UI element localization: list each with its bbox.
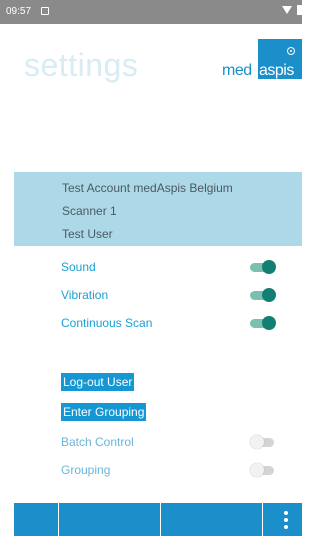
logo-mark-icon (287, 47, 295, 55)
bottom-nav (14, 503, 302, 536)
toggle-row-sound: Sound (14, 255, 302, 279)
account-info-panel: Test Account medAspis Belgium Scanner 1 … (14, 172, 302, 246)
batch-control-label: Batch Control (61, 435, 134, 449)
grouping-label: Grouping (61, 463, 111, 477)
switch-thumb (250, 463, 264, 477)
sound-toggle[interactable] (250, 260, 276, 274)
more-vert-icon[interactable] (284, 511, 288, 529)
toggle-row-grouping: Grouping (14, 458, 302, 482)
page-title: settings (24, 47, 139, 83)
enter-grouping-button[interactable]: Enter Grouping (61, 403, 147, 421)
switch-thumb (250, 435, 264, 449)
battery-icon (297, 5, 302, 15)
switch-thumb (262, 316, 276, 330)
settings-screen: 09:57 settings med aspis Test Account me… (0, 0, 302, 536)
nav-tab-3[interactable] (161, 503, 262, 536)
status-time: 09:57 (6, 6, 32, 17)
status-bar: 09:57 (0, 0, 302, 24)
user-name: Test User (62, 227, 113, 241)
grouping-toggle[interactable] (250, 463, 276, 477)
wifi-icon (282, 6, 292, 14)
vibration-toggle[interactable] (250, 288, 276, 302)
logo-text-left: med (222, 62, 252, 79)
nav-tab-1[interactable] (14, 503, 58, 536)
sound-label: Sound (61, 260, 96, 274)
toggle-row-continuous-scan: Continuous Scan (14, 311, 302, 335)
notification-icon (41, 7, 49, 15)
switch-thumb (262, 288, 276, 302)
logo-text-right: aspis (259, 62, 294, 79)
continuous-scan-label: Continuous Scan (61, 316, 153, 330)
batch-control-toggle[interactable] (250, 435, 276, 449)
switch-thumb (262, 260, 276, 274)
toggle-row-batch-control: Batch Control (14, 430, 302, 454)
vibration-label: Vibration (61, 288, 109, 302)
nav-tab-4[interactable] (263, 503, 302, 536)
continuous-scan-toggle[interactable] (250, 316, 276, 330)
logout-user-button[interactable]: Log-out User (61, 373, 135, 391)
toggle-row-vibration: Vibration (14, 283, 302, 307)
account-name: Test Account medAspis Belgium (62, 181, 233, 195)
scanner-name: Scanner 1 (62, 204, 117, 218)
nav-tab-2[interactable] (59, 503, 160, 536)
